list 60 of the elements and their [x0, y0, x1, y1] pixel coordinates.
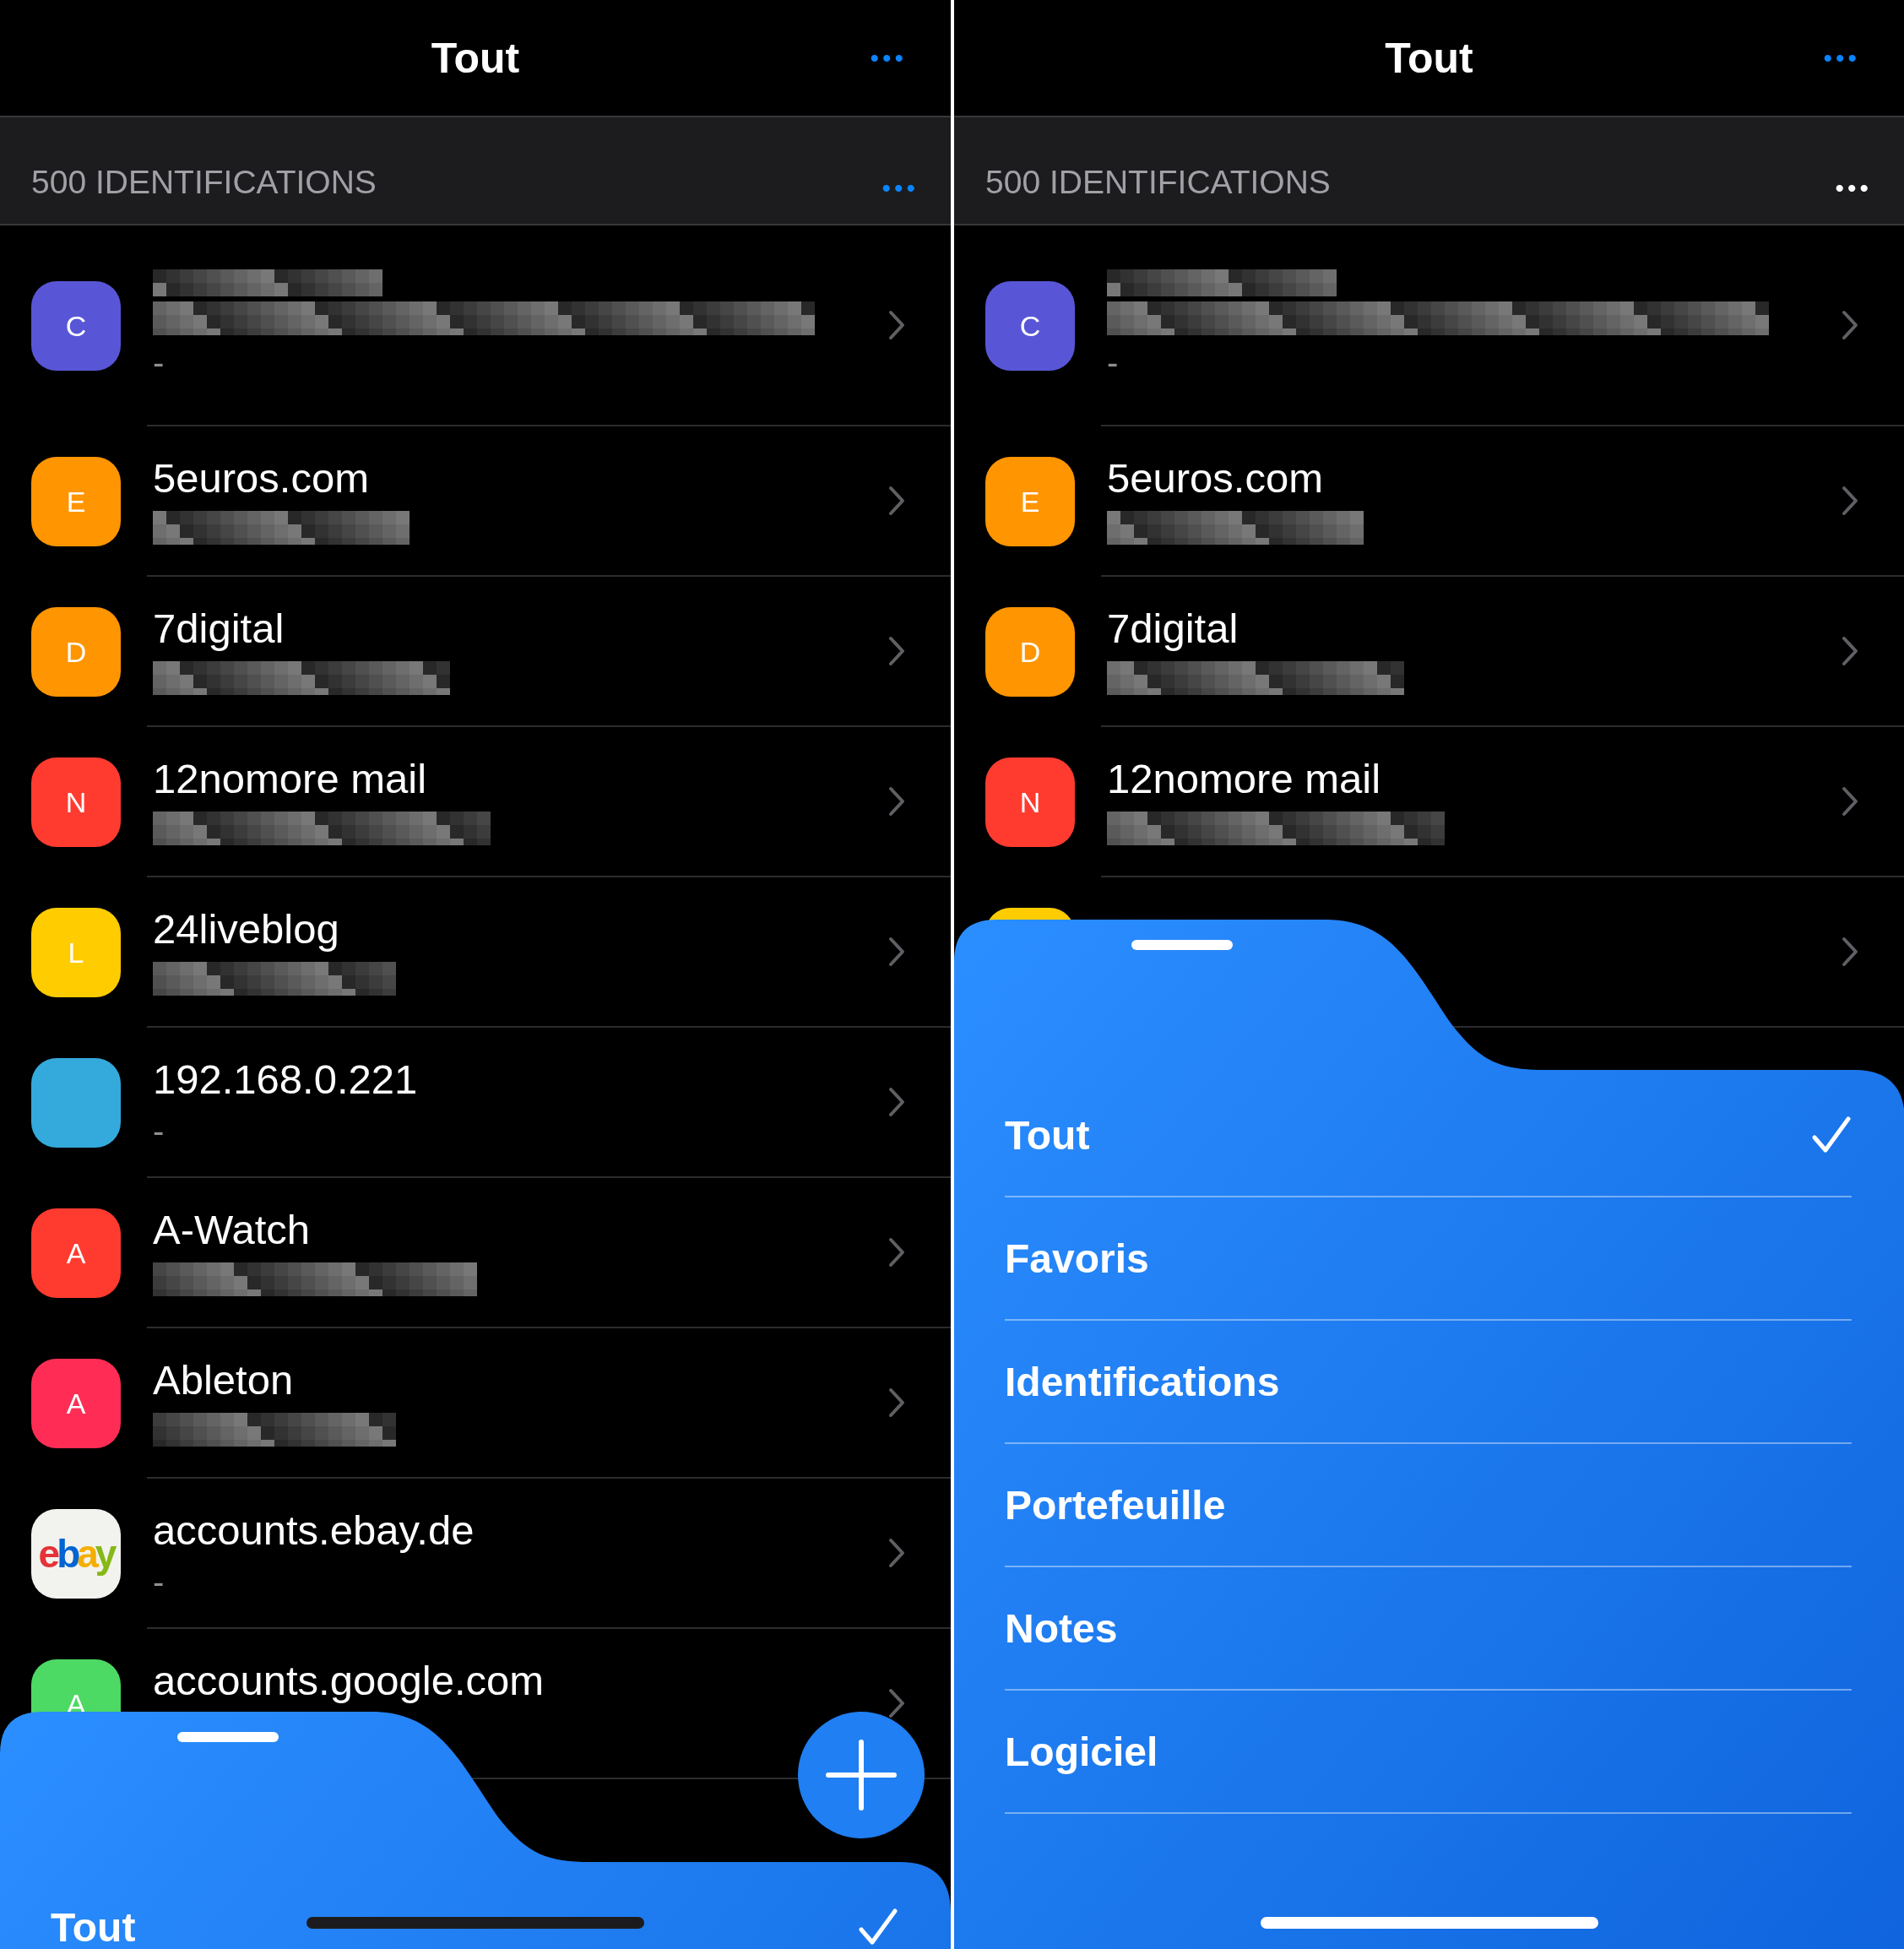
entry-title: accounts.ebay.de [153, 1507, 475, 1555]
plus-icon [825, 1739, 898, 1811]
avatar-icon: E [31, 457, 121, 546]
avatar-icon: L [31, 908, 121, 997]
entry-detail: - [153, 1112, 165, 1149]
chevron-icon[interactable] [1842, 636, 1858, 666]
chevron-icon[interactable] [888, 786, 905, 817]
filter-item[interactable]: Tout [1005, 1074, 1852, 1197]
chevron-icon[interactable] [888, 1538, 905, 1568]
chevron-icon[interactable] [1842, 786, 1858, 817]
screen-title: Tout [1385, 33, 1473, 83]
entry-title: accounts.google.com [153, 1657, 545, 1705]
chevron-icon[interactable] [1842, 936, 1858, 967]
entry-title: 24liveblog [153, 905, 340, 953]
chevron-icon[interactable] [888, 1688, 905, 1718]
entry-title: Ableton [153, 1356, 295, 1404]
section-header: 500 IDENTIFICATIONS [31, 164, 377, 201]
entry-title: 12nomore mail [153, 755, 428, 803]
avatar-icon: E [985, 457, 1075, 546]
filter-item[interactable]: Notes [1005, 1567, 1852, 1691]
filter-item[interactable]: Identifications [1005, 1321, 1852, 1444]
chevron-icon[interactable] [1842, 310, 1858, 340]
entry-title: 5euros.com [1107, 454, 1324, 502]
chevron-icon[interactable] [888, 936, 905, 967]
more-button[interactable]: ••• [1823, 43, 1860, 73]
more-button[interactable]: ••• [1835, 162, 1872, 203]
avatar-icon: C [985, 281, 1075, 371]
avatar-icon: A [31, 1208, 121, 1298]
entry-title: 7digital [1107, 605, 1239, 653]
more-button[interactable]: ••• [870, 43, 907, 73]
avatar-icon: N [985, 757, 1075, 847]
more-button[interactable]: ••• [881, 162, 919, 203]
chevron-icon[interactable] [888, 1237, 905, 1268]
chevron-icon[interactable] [888, 486, 905, 516]
chevron-icon[interactable] [1842, 486, 1858, 516]
entry-detail: - [153, 1563, 165, 1600]
chevron-icon[interactable] [888, 636, 905, 666]
filter-item[interactable]: Favoris [1005, 1197, 1852, 1321]
entry-title: 5euros.com [153, 454, 370, 502]
entry-title: 192.168.0.221 [153, 1056, 419, 1104]
avatar-icon: N [31, 757, 121, 847]
entry-title: 7digital [153, 605, 285, 653]
entry-title: A-Watch [153, 1206, 312, 1254]
chevron-icon[interactable] [888, 1387, 905, 1418]
drag-handle[interactable] [1131, 940, 1233, 950]
filter-item[interactable]: Logiciel [1005, 1691, 1852, 1814]
avatar-icon: A [31, 1359, 121, 1448]
drag-handle[interactable] [177, 1732, 279, 1742]
entry-title: 12nomore mail [1107, 755, 1382, 803]
filter-item[interactable]: Portefeuille [1005, 1444, 1852, 1567]
chevron-icon[interactable] [888, 1087, 905, 1117]
entry-detail: - [1107, 344, 1120, 381]
section-header: 500 IDENTIFICATIONS [985, 164, 1331, 201]
entry-detail: - [153, 344, 165, 381]
avatar-icon: C [31, 281, 121, 371]
chevron-icon[interactable] [888, 310, 905, 340]
logo-text: ebay [38, 1531, 114, 1577]
screen-title: Tout [431, 33, 520, 83]
avatar-icon: D [31, 607, 121, 697]
avatar-icon: D [985, 607, 1075, 697]
